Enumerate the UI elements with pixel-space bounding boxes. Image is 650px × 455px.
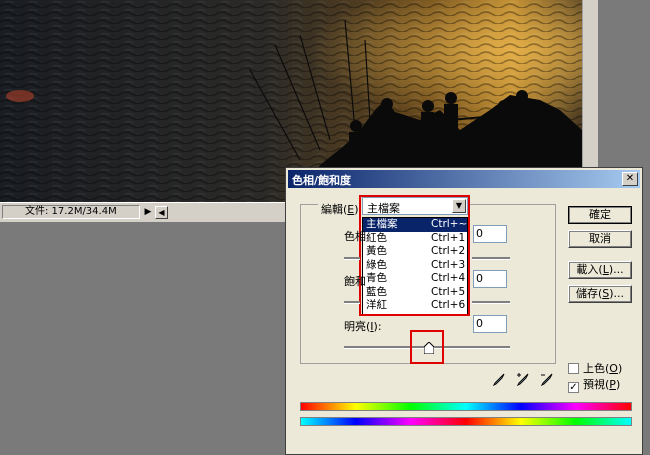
- lightness-label: 明亮(I):: [344, 318, 382, 334]
- preview-label-suffix: ): [615, 378, 621, 391]
- dropdown-item-shortcut: Ctrl+3: [431, 258, 466, 271]
- eyedropper-minus-icon[interactable]: [540, 372, 554, 386]
- saturation-label: 飽和: [344, 275, 366, 288]
- input-color-bar: [300, 402, 632, 411]
- lightness-slider-thumb[interactable]: [424, 342, 434, 354]
- save-button[interactable]: 儲存(S)...: [568, 285, 632, 303]
- dropdown-item-shortcut: Ctrl+5: [431, 285, 466, 298]
- hue-label: 色相: [344, 230, 366, 243]
- preview-label-key: P: [609, 378, 616, 391]
- eyedropper-plus-icon[interactable]: [516, 372, 530, 386]
- saturation-slider-track-left[interactable]: [344, 301, 360, 304]
- load-button[interactable]: 載入(L)...: [568, 261, 632, 279]
- dropdown-item-greens[interactable]: 綠色 Ctrl+3: [363, 259, 467, 273]
- save-label-prefix: 儲存(: [575, 287, 603, 300]
- eyedropper-icon[interactable]: [492, 372, 506, 386]
- dropdown-item-magentas[interactable]: 洋紅 Ctrl+6: [363, 299, 467, 313]
- colorize-label-key: O: [609, 362, 618, 375]
- preview-checkbox[interactable]: ✓: [568, 382, 579, 393]
- dropdown-item-master[interactable]: 主檔案 Ctrl+~: [363, 218, 467, 232]
- dropdown-item-shortcut: Ctrl+2: [431, 245, 466, 257]
- edit-channel-select[interactable]: 主檔案 ▼: [362, 197, 468, 215]
- dropdown-item-shortcut: Ctrl+1: [431, 231, 466, 244]
- document-size-status: 文件: 17.2M/34.4M: [2, 205, 140, 219]
- dialog-title-bar[interactable]: 色相/飽和度 ✕: [288, 170, 640, 188]
- dropdown-item-label: 藍色: [366, 285, 387, 298]
- colorize-label-prefix: 上色(: [583, 362, 610, 375]
- dropdown-item-label: 綠色: [366, 258, 387, 271]
- edit-dropdown-list: 主檔案 Ctrl+~ 紅色 Ctrl+1 黃色 Ctrl+2 綠色 Ctrl+3 青色 C…: [362, 217, 468, 315]
- dropdown-item-blues[interactable]: 藍色 Ctrl+5: [363, 286, 467, 300]
- ok-button[interactable]: 確定: [568, 206, 632, 224]
- status-menu-arrow-icon[interactable]: ▶: [142, 206, 154, 218]
- hue-value-field[interactable]: 0: [473, 225, 507, 243]
- close-button[interactable]: ✕: [622, 172, 638, 186]
- dropdown-item-cyans[interactable]: 青色 Ctrl+4: [363, 272, 467, 286]
- load-label-suffix: )...: [608, 263, 624, 276]
- lightness-label-prefix: 明亮(: [344, 320, 371, 333]
- colorize-label-suffix: ): [617, 362, 623, 375]
- colorize-checkbox-row[interactable]: 上色(O): [568, 360, 622, 376]
- cancel-button[interactable]: 取消: [568, 230, 632, 248]
- edit-label: 編輯(E):: [318, 201, 366, 217]
- save-label-suffix: )...: [609, 287, 625, 300]
- dropdown-item-yellows[interactable]: 黃色 Ctrl+2: [363, 245, 467, 259]
- lightness-value-field[interactable]: 0: [473, 315, 507, 333]
- load-label-prefix: 載入(: [576, 263, 603, 276]
- hue-saturation-dialog: 色相/飽和度 ✕ 編輯(E): 主檔案 ▼ 主檔案 Ctrl+~ 紅色 Ctrl+1…: [285, 167, 643, 455]
- dialog-title: 色相/飽和度: [292, 174, 352, 187]
- chevron-down-icon[interactable]: ▼: [452, 199, 466, 213]
- dropdown-item-shortcut: Ctrl+~: [431, 218, 468, 230]
- dropdown-item-label: 黃色: [366, 245, 387, 257]
- dropdown-item-label: 主檔案: [366, 218, 398, 230]
- preview-label-prefix: 預視(: [583, 378, 610, 391]
- lightness-label-suffix: ):: [373, 320, 382, 333]
- hue-slider-track-left[interactable]: [344, 257, 360, 260]
- dropdown-item-reds[interactable]: 紅色 Ctrl+1: [363, 232, 467, 246]
- scroll-left-arrow-icon[interactable]: ◀: [155, 206, 168, 219]
- saturation-slider-track-right[interactable]: [472, 301, 510, 304]
- dropdown-item-label: 青色: [366, 272, 387, 284]
- saturation-value-field[interactable]: 0: [473, 270, 507, 288]
- dropdown-item-shortcut: Ctrl+6: [431, 299, 466, 311]
- colorize-checkbox[interactable]: [568, 363, 579, 374]
- dropdown-item-shortcut: Ctrl+4: [431, 272, 466, 284]
- edit-label-prefix: 編輯(: [321, 203, 348, 216]
- hue-slider-track-right[interactable]: [472, 257, 510, 260]
- edit-select-value: 主檔案: [367, 202, 400, 215]
- dropdown-item-label: 洋紅: [366, 299, 387, 311]
- dropdown-item-label: 紅色: [366, 231, 387, 244]
- output-color-bar: [300, 417, 632, 426]
- preview-checkbox-row[interactable]: ✓ 預視(P): [568, 376, 620, 393]
